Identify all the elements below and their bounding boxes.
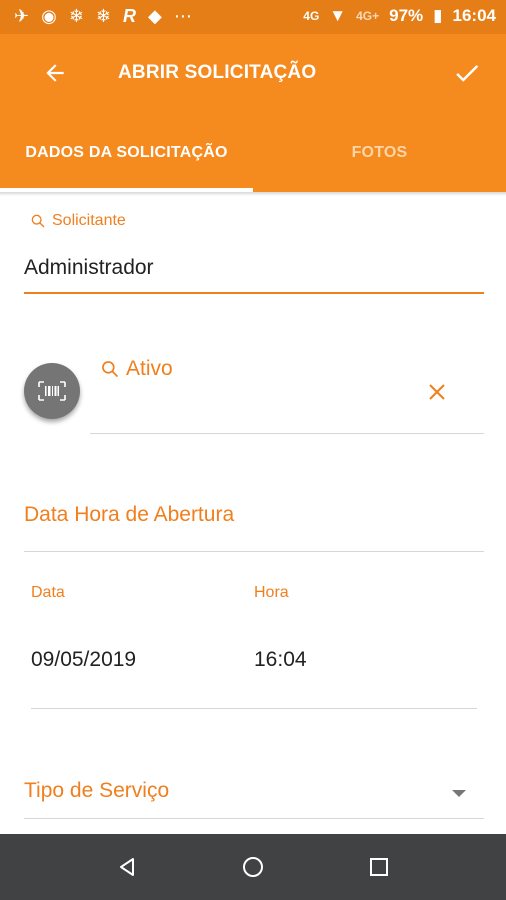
barcode-scan-button[interactable] — [24, 363, 80, 419]
ativo-underline — [90, 433, 484, 434]
check-icon — [456, 65, 479, 82]
back-arrow-icon — [46, 64, 64, 82]
data-hora-abertura-title: Data Hora de Abertura — [24, 503, 235, 526]
more-dots-icon: ⋯ — [173, 6, 192, 26]
search-icon — [31, 214, 45, 228]
notification-icons: ✈ ◉ ❄ ❄ R ◆ ⋯ — [14, 6, 192, 27]
nav-home-icon — [243, 857, 263, 877]
call-4g-icon: 4G — [303, 9, 320, 23]
nav-arrow-icon: ✈ — [14, 6, 30, 26]
nav-recents-button[interactable] — [364, 852, 394, 882]
data-label: Data — [31, 584, 65, 601]
r-logo-icon: R — [123, 6, 136, 26]
datetime-underline — [31, 708, 477, 709]
solicitante-field[interactable]: Administrador — [24, 256, 154, 280]
status-bar: ✈ ◉ ❄ ❄ R ◆ ⋯ 4G ▼ 4G+ 97% ▮ 16:04 — [0, 0, 506, 34]
status-right: 4G ▼ 4G+ 97% ▮ 16:04 — [303, 6, 496, 26]
ativo-label-text: Ativo — [126, 357, 173, 380]
tipo-servico-dropdown[interactable]: Tipo de Serviço — [24, 779, 169, 803]
system-nav-bar — [0, 834, 506, 900]
time-field[interactable]: 16:04 — [254, 648, 307, 672]
ativo-field[interactable] — [100, 395, 410, 423]
dropdown-arrow-icon[interactable] — [452, 790, 466, 797]
app-icon: ◆ — [148, 6, 162, 26]
snowflake-icon: ❄ — [95, 6, 111, 26]
tipo-servico-underline — [24, 818, 484, 819]
hora-label: Hora — [254, 584, 289, 601]
solicitante-label: Solicitante — [30, 212, 126, 230]
battery-text: 97% — [389, 6, 424, 25]
page-title: ABRIR SOLICITAÇÃO — [118, 62, 317, 83]
app-bar: ABRIR SOLICITAÇÃO — [0, 34, 506, 114]
clock: 16:04 — [452, 6, 496, 25]
tab-dados-solicitacao[interactable]: DADOS DA SOLICITAÇÃO — [0, 114, 253, 192]
tab-fotos[interactable]: FOTOS — [253, 114, 506, 192]
signal-4g-icon: 4G+ — [356, 9, 380, 23]
search-icon — [102, 361, 119, 378]
confirm-button[interactable] — [450, 56, 484, 90]
nav-back-icon — [120, 858, 134, 876]
pokeball-icon: ◉ — [41, 6, 57, 26]
solicitante-underline — [24, 292, 484, 294]
nav-recents-icon — [370, 858, 388, 876]
section-divider — [24, 551, 484, 552]
battery-charging-icon: ▮ — [433, 6, 443, 25]
barcode-icon — [38, 381, 66, 401]
close-icon — [429, 384, 445, 400]
ativo-label: Ativo — [100, 357, 173, 381]
solicitante-label-text: Solicitante — [52, 212, 126, 229]
back-button[interactable] — [38, 56, 72, 90]
wifi-icon: ▼ — [329, 6, 347, 25]
clear-ativo-button[interactable] — [425, 380, 449, 404]
date-field[interactable]: 09/05/2019 — [31, 648, 136, 672]
snowflake-icon: ❄ — [68, 6, 84, 26]
nav-home-button[interactable] — [238, 852, 268, 882]
nav-back-button[interactable] — [112, 852, 142, 882]
tab-bar: DADOS DA SOLICITAÇÃO FOTOS — [0, 114, 506, 192]
tabs-shadow — [0, 192, 506, 196]
